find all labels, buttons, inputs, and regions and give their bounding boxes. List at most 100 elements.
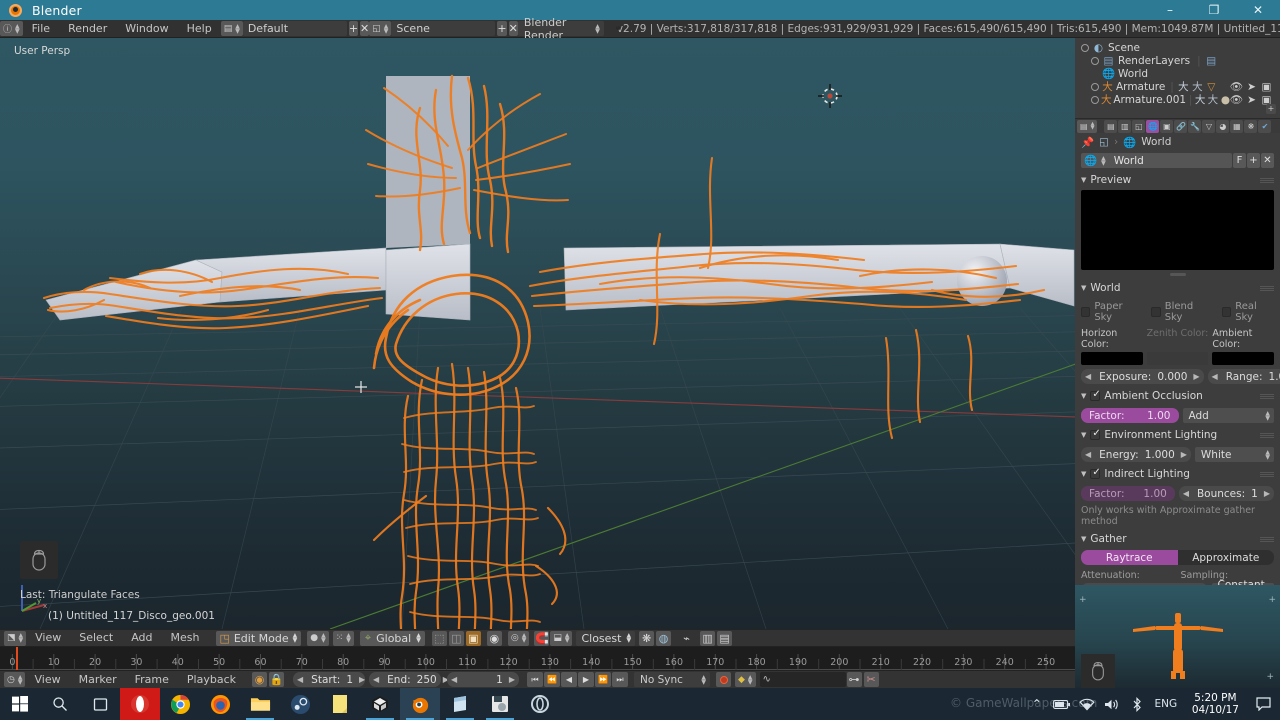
view-menu[interactable]: View — [26, 630, 70, 646]
outliner-add-button[interactable]: + — [1266, 104, 1276, 114]
maximize-button[interactable]: ❐ — [1192, 0, 1236, 20]
volume-icon[interactable] — [1101, 698, 1123, 711]
gather-approximate-button[interactable]: Approximate — [1177, 550, 1274, 565]
timeline-editor-type-selector[interactable]: ◷ ▲ ▼ — [4, 672, 26, 687]
gather-raytrace-button[interactable]: Raytrace — [1081, 550, 1178, 565]
eye-icon[interactable]: 👁 — [1230, 94, 1243, 106]
language-indicator[interactable]: ENG — [1151, 698, 1181, 710]
new-world-button[interactable]: + — [1247, 153, 1260, 168]
render-preview-keying-icon[interactable]: ▤ — [717, 630, 733, 646]
play-icon[interactable]: ▶ — [578, 672, 594, 687]
add-screen-layout-button[interactable]: + — [348, 21, 359, 36]
timeline-ruler[interactable]: 0 10 20 30 40 50 60 70 80 90 100 110 120 130 140 150 160… — [0, 647, 1075, 670]
blender-icon[interactable] — [400, 688, 440, 720]
delete-scene-button[interactable]: ✕ — [508, 21, 518, 36]
scene-name-field[interactable]: Scene — [391, 21, 496, 36]
menu-window[interactable]: Window — [116, 21, 177, 37]
env-color-dropdown[interactable]: White ▲ ▼ — [1194, 447, 1274, 462]
indirect-bounces-field[interactable]: ◀ Bounces: 1 ▶ — [1178, 486, 1274, 501]
add-menu[interactable]: Add — [122, 630, 161, 646]
tab-texture[interactable]: ▦ — [1230, 119, 1244, 133]
interaction-mode-dropdown[interactable]: ◳ Edit Mode ▲ ▼ — [216, 630, 302, 646]
play-reverse-icon[interactable]: ◀ — [561, 672, 577, 687]
next-keyframe-icon[interactable]: ⏩ — [595, 672, 611, 687]
env-energy-field[interactable]: ◀ Energy: 1.000 ▶ — [1081, 447, 1191, 462]
edge-select-icon[interactable]: ◫ — [448, 630, 464, 646]
screen-layout-browse[interactable]: ▤ ▲ ▼ — [220, 21, 243, 36]
render-preview-icon[interactable]: ▥ — [700, 630, 716, 646]
tab-modifiers[interactable]: 🔧 — [1188, 119, 1202, 133]
exposure-field[interactable]: ◀ Exposure: 0.000 ▶ — [1081, 369, 1204, 384]
speaker-icon[interactable]: ◉ — [252, 672, 267, 687]
proportional-edit-dropdown[interactable]: ◎ ▲ ▼ — [507, 630, 530, 646]
snap-magnet-icon[interactable]: 🧲 — [534, 630, 550, 646]
scene-browse[interactable]: ◱ ▲ ▼ — [369, 21, 392, 36]
add-scene-button[interactable]: + — [497, 21, 507, 36]
previous-keyframe-icon[interactable]: ⏪ — [544, 672, 560, 687]
render-engine-dropdown[interactable]: Blender Render ▲ ▼ — [517, 16, 604, 42]
preview-panel-header[interactable]: ▼ Preview — [1081, 172, 1274, 188]
timeline-playhead[interactable] — [15, 647, 18, 670]
minimize-button[interactable]: – — [1148, 0, 1192, 20]
ambient-occlusion-panel-header[interactable]: ▼ Ambient Occlusion — [1081, 388, 1274, 404]
outliner-row-armature-001[interactable]: 大 Armature.001 | 大 大 ● 👁 ➤ ▣ — [1079, 93, 1276, 106]
armature-data-icon[interactable]: 大 — [1195, 94, 1206, 106]
current-frame-field[interactable]: ◀ 1 ▶ — [447, 672, 519, 687]
tab-material[interactable]: ◕ — [1216, 119, 1230, 133]
tab-render[interactable]: ▤ — [1104, 119, 1118, 133]
last-operator-panel[interactable]: Last: Triangulate Faces — [20, 541, 140, 601]
tab-object[interactable]: ▣ — [1160, 119, 1174, 133]
world-datablock-field[interactable]: 🌐 ▲ ▼ World — [1081, 153, 1232, 168]
delete-screen-layout-button[interactable]: ✕ — [360, 21, 370, 36]
preview-3d-viewport[interactable]: + + + — [1075, 585, 1280, 688]
outliner-editor[interactable]: ◐ Scene ▤ RenderLayers | ▤ 🌐 World 大 Arm… — [1075, 38, 1280, 118]
world-browse-icon[interactable]: 🌐 — [1084, 154, 1097, 167]
select-menu[interactable]: Select — [70, 630, 122, 646]
menu-file[interactable]: File — [23, 21, 59, 37]
unity-icon[interactable] — [360, 688, 400, 720]
automerge-icon[interactable]: ❋ — [639, 630, 655, 646]
firefox-icon[interactable] — [200, 688, 240, 720]
zenith-color-swatch[interactable] — [1146, 352, 1209, 365]
vertex-select-icon[interactable]: ⬚ — [431, 630, 447, 646]
menu-render[interactable]: Render — [59, 21, 116, 37]
manipulator-toggle-icon[interactable]: ◍ — [656, 630, 672, 646]
timeline-playback-menu[interactable]: Playback — [178, 672, 245, 688]
tab-constraints[interactable]: 🔗 — [1174, 119, 1188, 133]
ambient-occlusion-checkbox[interactable] — [1090, 389, 1101, 401]
camera-icon[interactable]: ▣ — [1261, 81, 1272, 93]
ambient-color-swatch[interactable] — [1212, 352, 1275, 365]
tab-world[interactable]: 🌐 — [1146, 119, 1160, 133]
cursor-arrow-icon[interactable]: ➤ — [1246, 94, 1257, 106]
blend-sky-checkbox[interactable]: Blend Sky — [1151, 301, 1210, 323]
snap-target-dropdown[interactable]: Closest ▲ ▼ — [576, 630, 636, 646]
fake-user-button[interactable]: F — [1233, 153, 1246, 168]
keying-set-field[interactable]: ∿ — [759, 672, 846, 687]
task-view-icon[interactable] — [80, 688, 120, 720]
pose-icon[interactable]: 大 — [1207, 94, 1219, 106]
sync-mode-dropdown[interactable]: No Sync ▲ ▼ — [634, 672, 710, 687]
tab-data[interactable]: ▽ — [1202, 119, 1216, 133]
tab-physics[interactable]: ✔ — [1258, 119, 1272, 133]
timeline-marker-menu[interactable]: Marker — [70, 672, 126, 688]
eye-icon[interactable]: 👁 — [1230, 81, 1243, 93]
layer-icon[interactable]: ⌁ — [679, 631, 694, 646]
wifi-icon[interactable] — [1076, 698, 1098, 711]
vlc-media-icon[interactable] — [480, 688, 520, 720]
insert-keyframe-icon[interactable]: ⊶ — [846, 672, 862, 687]
file-explorer-icon[interactable] — [240, 688, 280, 720]
mesh-menu[interactable]: Mesh — [161, 630, 208, 646]
opera-icon[interactable] — [120, 688, 160, 720]
range-field[interactable]: ◀ Range: 1.000 ▶ — [1207, 369, 1280, 384]
armature-data-icon[interactable]: 大 — [1178, 81, 1189, 93]
viewport-shading-dropdown[interactable]: ● ▲ ▼ — [307, 630, 329, 646]
action-center-icon[interactable] — [1250, 697, 1276, 711]
tab-particles[interactable]: ❋ — [1244, 119, 1258, 133]
windows-start-icon[interactable] — [0, 688, 40, 720]
delete-keyframe-icon[interactable]: ✂ — [863, 672, 879, 687]
screen-layout-name[interactable]: Default — [242, 21, 347, 36]
environment-lighting-panel-header[interactable]: ▼ Environment Lighting — [1081, 427, 1274, 443]
properties-editor-world[interactable]: 📌 ◱ › 🌐 World 🌐 ▲ ▼ World F + ✕ ▼ Preview — [1075, 133, 1280, 585]
frame-end-field[interactable]: ◀ End: 250 ▶ — [369, 672, 449, 687]
jump-to-start-icon[interactable]: ⏮ — [527, 672, 543, 687]
